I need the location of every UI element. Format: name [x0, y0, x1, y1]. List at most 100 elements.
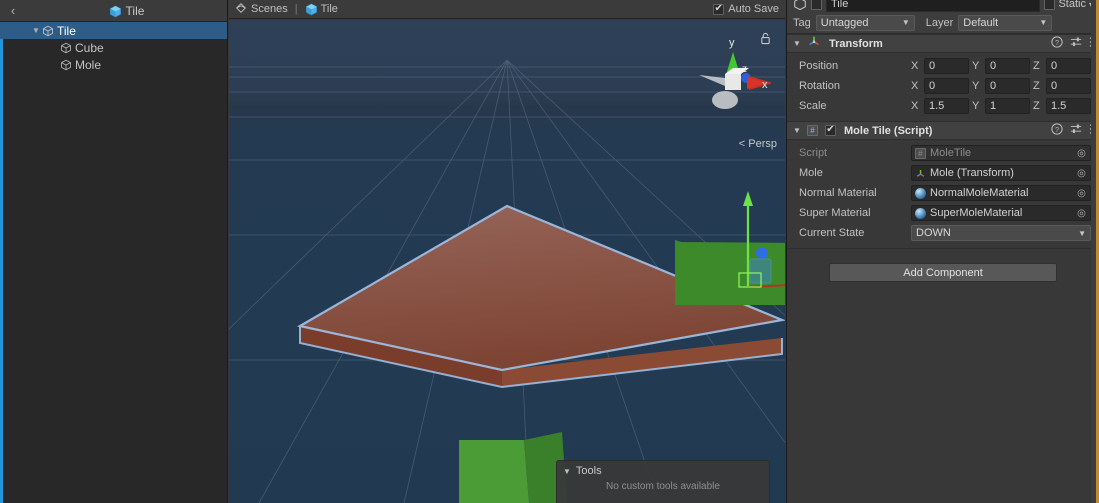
axis-label-y: Y — [972, 80, 980, 92]
rotation-z-field[interactable]: 0 — [1046, 78, 1091, 94]
layer-dropdown[interactable]: Default ▼ — [958, 14, 1053, 31]
current-state-dropdown[interactable]: DOWN ▼ — [911, 225, 1091, 241]
tools-overlay-header[interactable]: ▼ Tools — [557, 461, 769, 479]
axis-label-x: X — [911, 60, 919, 72]
static-checkbox[interactable] — [1044, 0, 1056, 10]
breadcrumb-scene-name[interactable]: Tile — [305, 3, 338, 16]
layer-label: Layer — [925, 16, 954, 29]
property-label: Current State — [799, 227, 865, 239]
property-row-position: Position X 0 Y 0 Z 0 — [787, 56, 1099, 76]
hierarchy-item-label: Cube — [75, 40, 104, 55]
component-header-mole-tile[interactable]: ▼ Mole Tile (Script) ? — [787, 121, 1099, 140]
hierarchy-item-mole[interactable]: Mole — [0, 56, 227, 73]
property-label: Super Material — [799, 207, 871, 219]
panel-focus-indicator — [0, 0, 3, 503]
svg-text:?: ? — [1055, 125, 1059, 134]
green-column-mesh — [459, 432, 567, 503]
property-label: Normal Material — [799, 187, 877, 199]
normal-material-object-field[interactable]: NormalMoleMaterial ◎ — [911, 185, 1091, 201]
property-label: Position — [799, 60, 839, 72]
object-picker-icon[interactable]: ◎ — [1075, 188, 1088, 199]
axis-label-y: Y — [972, 100, 980, 112]
collapse-triangle-icon[interactable]: ▼ — [793, 39, 802, 48]
property-row-mole: Mole Mole (Transform) ◎ — [787, 163, 1099, 183]
script-value: MoleTile — [930, 147, 972, 159]
property-row-super-material: Super Material SuperMoleMaterial ◎ — [787, 203, 1099, 223]
gizmo-lock-icon[interactable] — [760, 32, 771, 50]
mole-object-field[interactable]: Mole (Transform) ◎ — [911, 165, 1091, 181]
cube-icon — [109, 5, 121, 17]
gameobject-enabled-checkbox[interactable] — [811, 0, 822, 10]
cube-icon — [305, 3, 317, 16]
property-label: Script — [799, 147, 828, 159]
property-label: Scale — [799, 100, 827, 112]
material-sphere-icon — [915, 187, 926, 199]
expand-triangle-icon[interactable]: ▼ — [30, 26, 42, 35]
cs-script-icon — [807, 125, 818, 136]
inspector-panel: Tile Static ▾ Tag Untagged ▼ Layer Defau… — [786, 0, 1099, 503]
scene-view-panel: Scenes | Tile Auto Save — [229, 0, 785, 503]
preset-icon[interactable] — [1070, 123, 1082, 138]
tag-dropdown[interactable]: Untagged ▼ — [815, 14, 915, 31]
component-body-transform: Position X 0 Y 0 Z 0 Rotation X 0 Y 0 Z … — [787, 53, 1099, 121]
position-z-field[interactable]: 0 — [1046, 58, 1091, 74]
hierarchy-item-cube[interactable]: Cube — [0, 39, 227, 56]
property-row-scale: Scale X 1.5 Y 1 Z 1.5 — [787, 96, 1099, 116]
object-picker-icon[interactable]: ◎ — [1075, 208, 1088, 219]
chevron-down-icon: ▼ — [1078, 228, 1086, 238]
gameobject-name-field[interactable]: Tile — [826, 0, 1041, 12]
svg-text:?: ? — [1055, 38, 1059, 47]
auto-save-toggle[interactable]: Auto Save — [713, 3, 779, 15]
tag-label: Tag — [793, 16, 811, 29]
axis-label-x: X — [911, 80, 919, 92]
gizmo-axis-x-label: x — [762, 79, 768, 91]
hierarchy-item-tile[interactable]: ▼ Tile — [0, 22, 227, 39]
tools-overlay-panel[interactable]: ▼ Tools No custom tools available — [556, 460, 770, 503]
static-toggle[interactable]: Static ▾ — [1044, 0, 1093, 10]
breadcrumb-divider: | — [294, 3, 298, 15]
help-icon[interactable]: ? — [1051, 123, 1063, 138]
object-picker-icon[interactable]: ◎ — [1075, 168, 1088, 179]
scale-y-field[interactable]: 1 — [985, 98, 1030, 114]
transform-axis-icon — [807, 34, 821, 53]
preset-icon[interactable] — [1070, 36, 1082, 51]
hierarchy-back-button[interactable]: ‹ — [0, 3, 26, 18]
cs-script-icon — [915, 147, 926, 159]
help-icon[interactable]: ? — [1051, 36, 1063, 51]
layer-value: Default — [963, 16, 999, 29]
tools-overlay-message: No custom tools available — [606, 481, 720, 492]
super-material-object-field[interactable]: SuperMoleMaterial ◎ — [911, 205, 1091, 221]
component-header-transform[interactable]: ▼ Transform ? — [787, 34, 1099, 53]
hierarchy-panel: ‹ Tile ▼ Tile Cube Mole — [0, 0, 228, 503]
breadcrumb-scenes[interactable]: Scenes — [235, 2, 288, 17]
add-component-button[interactable]: Add Component — [829, 263, 1057, 282]
scene-breadcrumb-bar: Scenes | Tile Auto Save — [229, 0, 785, 19]
rotation-x-field[interactable]: 0 — [924, 78, 969, 94]
property-row-normal-material: Normal Material NormalMoleMaterial ◎ — [787, 183, 1099, 203]
scale-x-field[interactable]: 1.5 — [924, 98, 969, 114]
tag-layer-row: Tag Untagged ▼ Layer Default ▼ — [787, 12, 1099, 34]
mole-value: Mole (Transform) — [930, 167, 1014, 179]
tools-overlay-title: Tools — [575, 465, 602, 477]
scale-z-field[interactable]: 1.5 — [1046, 98, 1091, 114]
axis-label-z: Z — [1033, 60, 1040, 72]
gizmo-projection-label[interactable]: < Persp — [739, 138, 777, 150]
auto-save-checkbox[interactable] — [713, 3, 725, 15]
object-picker-icon: ◎ — [1077, 147, 1086, 159]
breadcrumb-scene-label: Tile — [320, 3, 338, 15]
axis-label-z: Z — [1033, 80, 1040, 92]
rotation-y-field[interactable]: 0 — [985, 78, 1030, 94]
cube-icon — [60, 42, 72, 54]
property-row-rotation: Rotation X 0 Y 0 Z 0 — [787, 76, 1099, 96]
axis-label-x: X — [911, 100, 919, 112]
position-x-field[interactable]: 0 — [924, 58, 969, 74]
axis-label-z: Z — [1033, 100, 1040, 112]
position-y-field[interactable]: 0 — [985, 58, 1030, 74]
tools-collapse-triangle-icon[interactable]: ▼ — [563, 467, 571, 476]
component-enabled-checkbox[interactable] — [825, 124, 836, 136]
scene-viewport[interactable]: y z x — [229, 20, 785, 503]
collapse-triangle-icon[interactable]: ▼ — [793, 126, 802, 135]
hierarchy-item-label: Mole — [75, 57, 102, 72]
component-title: Transform — [829, 37, 883, 50]
super-material-value: SuperMoleMaterial — [930, 207, 1023, 219]
